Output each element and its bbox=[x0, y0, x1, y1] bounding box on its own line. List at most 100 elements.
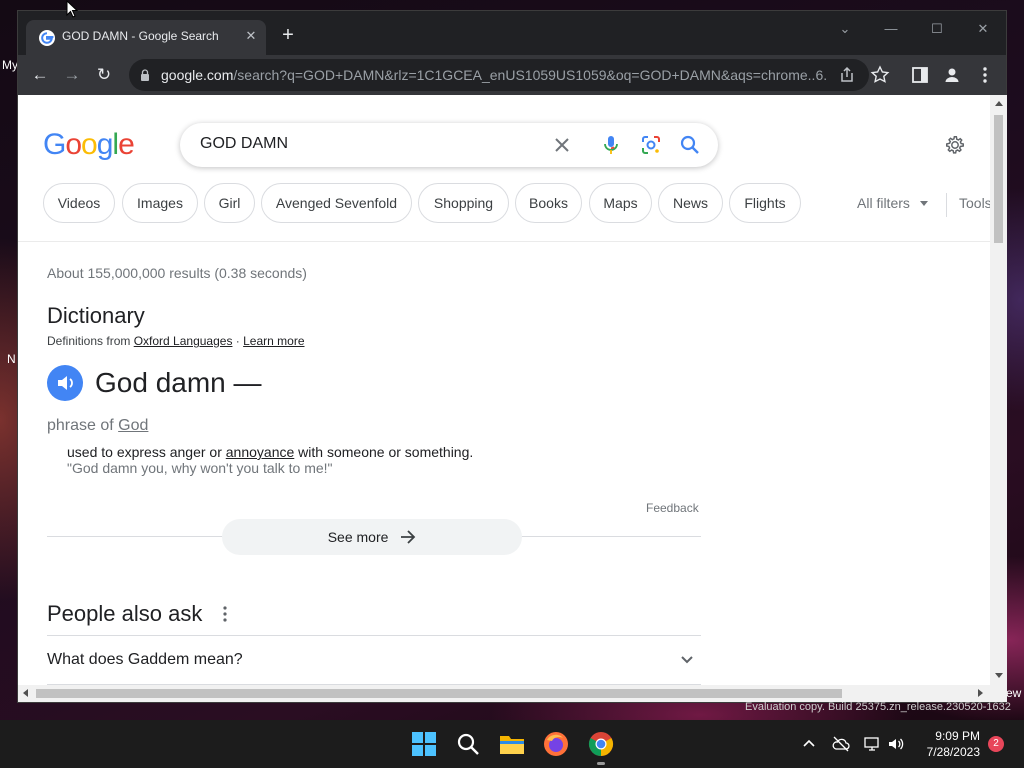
see-more-label: See more bbox=[327, 529, 389, 545]
network-icon[interactable] bbox=[863, 735, 881, 753]
desktop-icon-label[interactable]: My bbox=[2, 58, 18, 72]
chip-flights[interactable]: Flights bbox=[729, 183, 801, 223]
example-sentence: "God damn you, why won't you talk to me!… bbox=[67, 460, 333, 476]
learn-more-link[interactable]: Learn more bbox=[243, 334, 304, 348]
profile-icon[interactable] bbox=[942, 65, 962, 85]
address-bar[interactable]: google.com/search?q=GOD+DAMN&rlz=1C1GCEA… bbox=[129, 59, 869, 91]
mouse-cursor-icon bbox=[66, 0, 78, 18]
tools-button[interactable]: Tools bbox=[959, 195, 990, 211]
lock-icon[interactable] bbox=[139, 69, 151, 81]
vertical-scrollbar[interactable] bbox=[990, 95, 1007, 685]
god-link[interactable]: God bbox=[118, 417, 148, 434]
minimize-button[interactable]: — bbox=[879, 19, 903, 39]
chip-shopping[interactable]: Shopping bbox=[418, 183, 509, 223]
definition-part: with someone or something. bbox=[294, 444, 474, 460]
pronunciation-button[interactable] bbox=[47, 365, 83, 401]
url-text[interactable]: google.com/search?q=GOD+DAMN&rlz=1C1GCEA… bbox=[161, 67, 826, 83]
scrollbar-thumb[interactable] bbox=[994, 115, 1003, 243]
forward-button[interactable]: → bbox=[59, 62, 85, 88]
clear-icon[interactable] bbox=[551, 134, 573, 156]
chevron-down-icon[interactable] bbox=[678, 651, 696, 669]
definitions-source: Definitions from Oxford Languages · Lear… bbox=[47, 334, 305, 348]
clock-date: 7/28/2023 bbox=[926, 745, 980, 759]
google-favicon-icon bbox=[39, 30, 55, 46]
speaker-icon bbox=[58, 376, 73, 390]
logo-letter: G bbox=[43, 128, 66, 161]
search-results-page: Google GOD DAMN Videos Images Girl Aveng… bbox=[18, 95, 990, 685]
scroll-up-icon[interactable] bbox=[995, 101, 1003, 106]
chip-news[interactable]: News bbox=[658, 183, 723, 223]
reload-button[interactable]: ↻ bbox=[91, 62, 117, 88]
tab-close-icon[interactable]: ✕ bbox=[242, 27, 260, 45]
logo-letter: o bbox=[81, 128, 98, 161]
chip-girl[interactable]: Girl bbox=[204, 183, 255, 223]
search-icon[interactable] bbox=[455, 731, 481, 757]
desktop-icon-label[interactable]: N bbox=[7, 352, 16, 366]
url-path: /search?q=GOD+DAMN&rlz=1C1GCEA_enUS1059U… bbox=[233, 67, 826, 83]
question-item[interactable]: What does Gaddem mean? bbox=[47, 651, 243, 669]
search-input[interactable] bbox=[200, 135, 530, 153]
onedrive-offline-icon[interactable] bbox=[832, 735, 850, 753]
scroll-left-icon[interactable] bbox=[23, 689, 28, 697]
share-icon[interactable] bbox=[837, 65, 857, 85]
windows-start-icon[interactable] bbox=[411, 731, 437, 757]
dictionary-title: Dictionary bbox=[47, 303, 145, 328]
back-button[interactable]: ← bbox=[27, 62, 53, 88]
google-lens-icon[interactable] bbox=[640, 134, 662, 156]
horizontal-scrollbar[interactable] bbox=[18, 685, 1007, 702]
definition-part: used to express anger or bbox=[67, 444, 226, 460]
tab-google-search[interactable]: GOD DAMN - Google Search ✕ bbox=[26, 20, 266, 55]
scroll-right-icon[interactable] bbox=[978, 689, 983, 697]
part-of-speech: phrase of God bbox=[47, 417, 148, 435]
tab-title: GOD DAMN - Google Search bbox=[62, 29, 219, 43]
firefox-icon[interactable] bbox=[543, 731, 569, 757]
annoyance-link[interactable]: annoyance bbox=[226, 444, 295, 460]
settings-gear-icon[interactable] bbox=[944, 134, 966, 156]
logo-letter: g bbox=[96, 128, 114, 161]
evaluation-watermark: Evaluation copy. Build 25375.zn_release.… bbox=[745, 701, 1011, 713]
chrome-icon[interactable] bbox=[588, 731, 614, 757]
search-icon[interactable] bbox=[679, 134, 701, 156]
logo-letter: o bbox=[65, 128, 82, 161]
chip-books[interactable]: Books bbox=[515, 183, 582, 223]
feedback-link[interactable]: Feedback bbox=[646, 501, 699, 515]
system-clock[interactable]: 9:09 PM 7/28/2023 bbox=[918, 728, 980, 760]
close-window-button[interactable]: ✕ bbox=[971, 19, 995, 39]
result-stats: About 155,000,000 results (0.38 seconds) bbox=[47, 265, 307, 281]
divider bbox=[47, 635, 701, 636]
side-panel-icon[interactable] bbox=[910, 65, 930, 85]
definition-text: used to express anger or annoyance with … bbox=[67, 444, 473, 460]
chip-maps[interactable]: Maps bbox=[589, 183, 652, 223]
title-bar: GOD DAMN - Google Search ✕ + ⌄ — ☐ ✕ bbox=[18, 11, 1006, 55]
file-explorer-icon[interactable] bbox=[499, 731, 525, 757]
chip-images[interactable]: Images bbox=[122, 183, 198, 223]
volume-icon[interactable] bbox=[887, 735, 905, 753]
new-tab-button[interactable]: + bbox=[278, 25, 298, 45]
notification-badge[interactable]: 2 bbox=[988, 736, 1004, 752]
all-filters-button[interactable]: All filters bbox=[857, 195, 910, 211]
logo-letter: e bbox=[118, 128, 135, 161]
more-options-icon[interactable] bbox=[221, 605, 229, 623]
chip-avenged-sevenfold[interactable]: Avenged Sevenfold bbox=[261, 183, 412, 223]
arrow-right-icon bbox=[401, 530, 416, 544]
oxford-languages-link[interactable]: Oxford Languages bbox=[134, 334, 233, 348]
chevron-up-icon[interactable] bbox=[800, 735, 818, 753]
chip-videos[interactable]: Videos bbox=[43, 183, 115, 223]
google-logo[interactable]: Google bbox=[43, 128, 135, 162]
see-more-button[interactable]: See more bbox=[222, 519, 522, 555]
phrase-prefix: phrase of bbox=[47, 417, 119, 434]
desktop-icon-label[interactable]: ew bbox=[1006, 686, 1021, 700]
taskbar: 9:09 PM 7/28/2023 2 bbox=[0, 720, 1024, 768]
search-box bbox=[180, 123, 718, 167]
menu-kebab-icon[interactable] bbox=[975, 65, 995, 85]
scroll-down-icon[interactable] bbox=[995, 673, 1003, 678]
chrome-window: GOD DAMN - Google Search ✕ + ⌄ — ☐ ✕ ← →… bbox=[17, 10, 1007, 703]
voice-search-mic-icon[interactable] bbox=[600, 134, 622, 156]
tab-search-dropdown-icon[interactable]: ⌄ bbox=[833, 19, 857, 39]
clock-time: 9:09 PM bbox=[935, 729, 980, 743]
scrollbar-thumb[interactable] bbox=[36, 689, 842, 698]
divider bbox=[946, 193, 947, 217]
maximize-button[interactable]: ☐ bbox=[925, 19, 949, 39]
divider bbox=[18, 241, 990, 242]
bookmark-star-icon[interactable] bbox=[870, 65, 890, 85]
